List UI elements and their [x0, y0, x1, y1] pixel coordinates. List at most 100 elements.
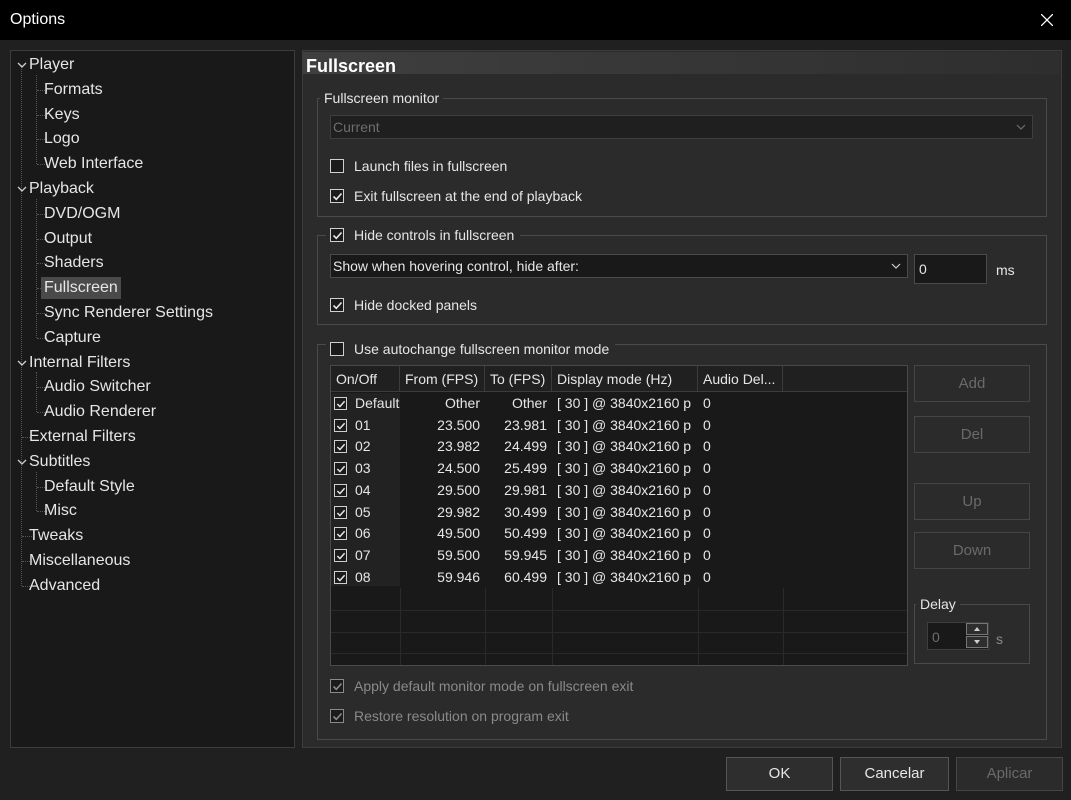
cell-mode: [ 30 ] @ 3840x2160 p [557, 568, 692, 585]
checkbox-box [330, 342, 344, 356]
tree-item-default-style[interactable]: Default Style [44, 476, 135, 498]
cell-audio: 0 [703, 525, 711, 542]
tree-item-internal-filters[interactable]: Internal Filters [29, 352, 130, 374]
monitor-select[interactable]: Current [330, 115, 1033, 139]
cell-from: 49.500 [437, 525, 480, 542]
add-button[interactable]: Add [914, 365, 1030, 402]
table-row[interactable]: 02 23.982 24.499 [ 30 ] @ 3840x2160 p 0 [331, 436, 907, 458]
delay-unit: s [996, 631, 1003, 647]
page-header: Fullscreen [303, 52, 1060, 76]
cell-mode: [ 30 ] @ 3840x2160 p [557, 525, 692, 542]
tree-item-audio-switcher[interactable]: Audio Switcher [44, 376, 151, 398]
close-icon [1041, 14, 1053, 26]
tree-item-fullscreen[interactable]: Fullscreen [41, 277, 121, 300]
cell-from: 59.946 [437, 568, 480, 585]
table-row[interactable]: 06 49.500 50.499 [ 30 ] @ 3840x2160 p 0 [331, 523, 907, 545]
restore-resolution-checkbox[interactable]: Restore resolution on program exit [330, 706, 569, 726]
cell-audio: 0 [703, 568, 711, 585]
cell-audio: 0 [703, 503, 711, 520]
autochange-checkbox[interactable]: Use autochange fullscreen monitor mode [326, 339, 616, 359]
cell-mode: [ 30 ] @ 3840x2160 p [557, 416, 692, 433]
apply-button[interactable]: Aplicar [956, 757, 1063, 791]
tree-item-audio-renderer[interactable]: Audio Renderer [44, 401, 156, 423]
table-row[interactable]: 08 59.946 60.499 [ 30 ] @ 3840x2160 p 0 [331, 567, 907, 589]
cell-audio: 0 [703, 460, 711, 477]
table-row[interactable]: 01 23.500 23.981 [ 30 ] @ 3840x2160 p 0 [331, 415, 907, 437]
cell-from: 29.982 [437, 503, 480, 520]
tree-item-keys[interactable]: Keys [44, 104, 80, 126]
tree-item-sync-renderer-settings[interactable]: Sync Renderer Settings [44, 302, 213, 324]
table-row[interactable]: Default Other Other [ 30 ] @ 3840x2160 p 0 [331, 393, 907, 415]
delay-spinner[interactable] [966, 623, 988, 649]
title-bar: Options [0, 0, 1071, 40]
table-row[interactable]: 04 29.500 29.981 [ 30 ] @ 3840x2160 p 0 [331, 480, 907, 502]
cancel-button[interactable]: Cancelar [840, 757, 949, 791]
table-row[interactable]: 05 29.982 30.499 [ 30 ] @ 3840x2160 p 0 [331, 502, 907, 524]
chevron-down-icon[interactable] [17, 457, 27, 467]
hide-mode-select[interactable]: Show when hovering control, hide after: [330, 254, 908, 278]
chevron-down-icon[interactable] [17, 358, 27, 368]
tree-item-miscellaneous[interactable]: Miscellaneous [29, 550, 130, 572]
cell-name: 02 [355, 438, 371, 455]
hide-controls-checkbox[interactable]: Hide controls in fullscreen [326, 225, 521, 245]
tree-item-external-filters[interactable]: External Filters [29, 426, 136, 448]
column-header-audio-delay[interactable]: Audio Del... [698, 366, 783, 392]
cell-audio: 0 [703, 481, 711, 498]
cell-mode: [ 30 ] @ 3840x2160 p [557, 395, 692, 411]
del-button[interactable]: Del [914, 416, 1030, 453]
table-row[interactable]: 07 59.500 59.945 [ 30 ] @ 3840x2160 p 0 [331, 545, 907, 567]
options-tree[interactable]: Player Formats Keys Logo Web Interface Playba… [10, 50, 295, 748]
checkbox-box [330, 298, 344, 312]
tree-item-shaders[interactable]: Shaders [44, 252, 104, 274]
check-icon [332, 712, 343, 721]
check-icon [332, 192, 343, 201]
apply-default-mode-label: Apply default monitor mode on fullscreen… [354, 678, 634, 694]
cell-mode: [ 30 ] @ 3840x2160 p [557, 546, 692, 563]
check-icon [332, 301, 343, 310]
column-header-on-off[interactable]: On/Off [331, 366, 400, 392]
cell-to: 59.945 [504, 546, 547, 563]
column-header-display-mode[interactable]: Display mode (Hz) [552, 366, 698, 392]
column-header-from[interactable]: From (FPS) [400, 366, 485, 392]
launch-fullscreen-label: Launch files in fullscreen [354, 158, 508, 174]
tree-item-misc[interactable]: Misc [44, 500, 77, 522]
cell-name: 01 [355, 416, 371, 433]
cell-from: 23.982 [437, 438, 480, 455]
chevron-down-icon[interactable] [17, 184, 27, 194]
apply-default-mode-checkbox[interactable]: Apply default monitor mode on fullscreen… [330, 676, 633, 696]
window-title: Options [10, 11, 66, 28]
tree-item-playback[interactable]: Playback [29, 178, 94, 200]
grid-line [331, 631, 907, 633]
spin-up-button[interactable] [966, 623, 988, 635]
tree-item-web-interface[interactable]: Web Interface [44, 153, 143, 175]
spin-down-button[interactable] [966, 636, 988, 648]
cell-to: 50.499 [504, 525, 547, 542]
list-header: On/Off From (FPS) To (FPS) Display mode … [331, 366, 907, 392]
tree-item-subtitles[interactable]: Subtitles [29, 451, 90, 473]
exit-fullscreen-checkbox[interactable]: Exit fullscreen at the end of playback [330, 186, 582, 206]
chevron-down-icon[interactable] [17, 60, 27, 70]
table-row[interactable]: 03 24.500 25.499 [ 30 ] @ 3840x2160 p 0 [331, 458, 907, 480]
tree-item-logo[interactable]: Logo [44, 128, 80, 150]
display-mode-list[interactable]: On/Off From (FPS) To (FPS) Display mode … [330, 365, 908, 666]
hide-delay-input[interactable]: 0 [914, 254, 987, 284]
launch-fullscreen-checkbox[interactable]: Launch files in fullscreen [330, 156, 507, 176]
fullscreen-monitor-label: Fullscreen monitor [320, 90, 444, 106]
tree-item-dvd-ogm[interactable]: DVD/OGM [44, 203, 120, 225]
delay-group-label: Delay [916, 596, 960, 612]
tree-item-capture[interactable]: Capture [44, 327, 101, 349]
tree-item-output[interactable]: Output [44, 228, 92, 250]
tree-item-player[interactable]: Player [29, 54, 74, 76]
tree-item-formats[interactable]: Formats [44, 79, 103, 101]
hide-docked-panels-checkbox[interactable]: Hide docked panels [330, 295, 477, 315]
close-button[interactable] [1037, 8, 1057, 32]
cell-mode: [ 30 ] @ 3840x2160 p [557, 503, 692, 520]
tree-item-advanced[interactable]: Advanced [29, 575, 100, 597]
ok-button[interactable]: OK [726, 757, 833, 791]
column-header-to[interactable]: To (FPS) [485, 366, 552, 392]
tree-item-tweaks[interactable]: Tweaks [29, 525, 83, 547]
cell-name: 05 [355, 503, 371, 520]
up-button[interactable]: Up [914, 483, 1030, 520]
down-button[interactable]: Down [914, 532, 1030, 569]
check-icon [332, 231, 343, 240]
